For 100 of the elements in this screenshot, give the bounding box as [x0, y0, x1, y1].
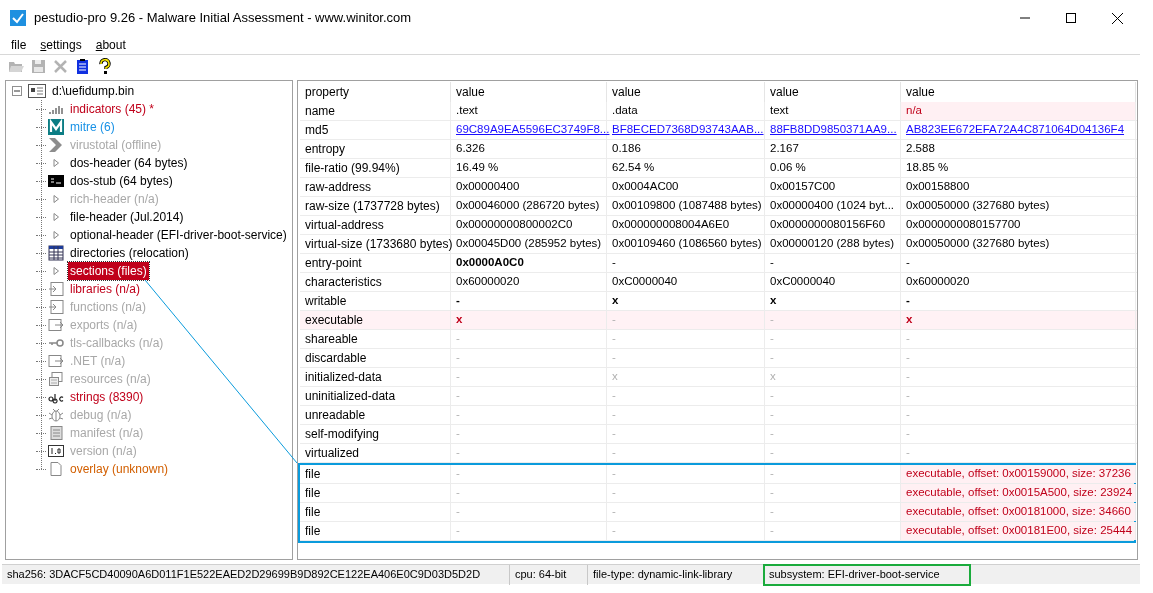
table-row[interactable]: file - - - executable, offset: 0x00159000, size: 37236 — [300, 465, 1134, 484]
column-header[interactable]: value — [607, 82, 765, 102]
table-row[interactable]: md5 69C89A9EA5596EC3749F8... BF8ECED7368D93743AAB... 88FB8DD9850371AA9... AB823EE672EFA72A4C871064D04136F4 — [300, 121, 1137, 140]
table-row[interactable]: entry-point 0x0000A0C0 - - - — [300, 254, 1137, 273]
table-cell: x — [607, 368, 765, 386]
table-cell: x — [901, 311, 1136, 329]
tree-item[interactable]: sections (files) — [68, 262, 149, 280]
table-cell: - — [607, 503, 765, 521]
tree-item[interactable]: optional-header (EFI-driver-boot-service) — [68, 226, 289, 244]
clipboard-icon[interactable] — [74, 58, 91, 75]
table-row[interactable]: executable x - - x — [300, 311, 1137, 330]
table-cell: - — [607, 484, 765, 502]
collapse-toggle[interactable] — [12, 86, 22, 96]
table-cell: virtual-size (1733680 bytes) — [300, 235, 451, 253]
table-cell: - — [451, 406, 607, 424]
table-cell: .data — [607, 102, 765, 120]
table-cell: 0x00050000 (327680 bytes) — [901, 235, 1136, 253]
table-cell: - — [901, 406, 1136, 424]
table-row[interactable]: file - - - executable, offset: 0x0015A500, size: 23924 — [300, 484, 1134, 503]
table-row[interactable]: characteristics 0x60000020 0xC0000040 0xC0000040 0x60000020 — [300, 273, 1137, 292]
tree-item[interactable]: mitre (6) — [68, 118, 117, 136]
table-row[interactable]: virtualized - - - - — [300, 444, 1137, 463]
table-cell: - — [451, 425, 607, 443]
table-row[interactable]: raw-address 0x00000400 0x0004AC00 0x00157C00 0x00158800 — [300, 178, 1137, 197]
table-cell: - — [451, 522, 607, 540]
table-cell: 0x00050000 (327680 bytes) — [901, 197, 1136, 215]
table-row[interactable]: name .text .data text n/a — [300, 102, 1137, 121]
column-header[interactable]: value — [451, 82, 607, 102]
console-icon — [48, 173, 64, 189]
help-icon[interactable] — [96, 58, 113, 75]
table-cell: discardable — [300, 349, 451, 367]
table-cell: 0xC0000040 — [765, 273, 901, 291]
tree-item[interactable]: file-header (Jul.2014) — [68, 208, 186, 226]
window-file-icon — [28, 84, 46, 98]
tree-item[interactable]: dos-header (64 bytes) — [68, 154, 190, 172]
tree-root-label[interactable]: d:\uefidump.bin — [50, 82, 137, 100]
tree-item[interactable]: directories (relocation) — [68, 244, 191, 262]
menu-item[interactable]: settings — [33, 36, 89, 54]
table-cell: 0x00000000800002C0 — [451, 216, 607, 234]
export-icon — [48, 317, 64, 333]
table-row[interactable]: file-ratio (99.94%) 16.49 % 62.54 % 0.06 % 18.85 % — [300, 159, 1137, 178]
table-cell: - — [607, 349, 765, 367]
table-cell: - — [607, 425, 765, 443]
hash-link[interactable]: 88FB8DD9850371AA9... — [765, 121, 901, 139]
column-header[interactable]: value — [765, 82, 901, 102]
tree-item[interactable]: libraries (n/a) — [68, 280, 143, 298]
table-cell: - — [901, 349, 1136, 367]
table-cell: - — [451, 330, 607, 348]
table-row[interactable]: virtual-address 0x00000000800002C0 0x000000008004A6E0 0x0000000080156F60 0x0000000080157700 — [300, 216, 1137, 235]
tree-item[interactable]: strings (8390) — [68, 388, 146, 406]
table-row[interactable]: discardable - - - - — [300, 349, 1137, 368]
table-cell: 0x0000000080157700 — [901, 216, 1136, 234]
table-cell: - — [901, 292, 1136, 310]
hash-link[interactable]: 69C89A9EA5596EC3749F8... — [451, 121, 607, 139]
table-cell: self-modifying — [300, 425, 451, 443]
table-row[interactable]: initialized-data - x x - — [300, 368, 1137, 387]
table-row[interactable]: self-modifying - - - - — [300, 425, 1137, 444]
table-cell: - — [901, 387, 1136, 405]
table-row[interactable]: entropy 6.326 0.186 2.167 2.588 — [300, 140, 1137, 159]
table-cell: - — [607, 522, 765, 540]
table-row[interactable]: unreadable - - - - — [300, 406, 1137, 425]
status-field: sha256: 3DACF5CD40090A6D011F1E522EAED2D29699B9D892CE122EA406E0C9D03D5D2D — [2, 564, 510, 585]
table-cell: 62.54 % — [607, 159, 765, 177]
table-row[interactable]: shareable - - - - — [300, 330, 1137, 349]
status-field: cpu: 64-bit — [510, 564, 588, 585]
table-cell: executable, offset: 0x00181E00, size: 25444 — [901, 522, 1136, 540]
hash-link[interactable]: AB823EE672EFA72A4C871064D04136F4 — [901, 121, 1136, 139]
tree-item[interactable]: dos-stub (64 bytes) — [68, 172, 175, 190]
table-cell: 0x00000400 (1024 byt... — [765, 197, 901, 215]
import-icon — [48, 281, 64, 297]
table-row[interactable]: file - - - executable, offset: 0x00181E00, size: 25444 — [300, 522, 1134, 541]
column-header[interactable]: property — [300, 82, 451, 102]
resources-icon — [48, 371, 64, 387]
table-cell: executable, offset: 0x00181000, size: 34660 — [901, 503, 1136, 521]
table-cell: - — [901, 444, 1136, 462]
menu-item[interactable]: about — [88, 36, 133, 54]
table-row[interactable]: uninitialized-data - - - - — [300, 387, 1137, 406]
chevron-icon — [48, 137, 64, 153]
table-cell: - — [901, 425, 1136, 443]
table-cell: - — [765, 330, 901, 348]
table-cell: 0x00158800 — [901, 178, 1136, 196]
table-row[interactable]: file - - - executable, offset: 0x00181000, size: 34660 — [300, 503, 1134, 522]
tree-item[interactable]: indicators (45) * — [68, 100, 157, 118]
table-cell: 18.85 % — [901, 159, 1136, 177]
table-cell: 0xC0000040 — [607, 273, 765, 291]
table-cell: 16.49 % — [451, 159, 607, 177]
table-cell: - — [451, 484, 607, 502]
minus-icon — [14, 88, 20, 94]
table-cell: - — [451, 292, 607, 310]
import-icon — [48, 299, 64, 315]
close-icon — [1111, 12, 1123, 24]
table-cell: raw-size (1737728 bytes) — [300, 197, 451, 215]
table-cell: - — [451, 465, 607, 483]
table-row[interactable]: raw-size (1737728 bytes) 0x00046000 (286720 bytes) 0x00109800 (1087488 bytes) 0x00000400 (1024 byt... 0x00050000 (327680 bytes) — [300, 197, 1137, 216]
tree-item[interactable]: overlay (unknown) — [68, 460, 171, 478]
hash-link[interactable]: BF8ECED7368D93743AAB... — [607, 121, 765, 139]
menu-item[interactable]: file — [4, 36, 34, 54]
table-row[interactable]: virtual-size (1733680 bytes) 0x00045D00 (285952 bytes) 0x00109460 (1086560 bytes) 0x00000120 (288 bytes) 0x00050000 (327680 bytes) — [300, 235, 1137, 254]
table-cell: - — [765, 254, 901, 272]
maximize-icon — [1066, 13, 1076, 23]
